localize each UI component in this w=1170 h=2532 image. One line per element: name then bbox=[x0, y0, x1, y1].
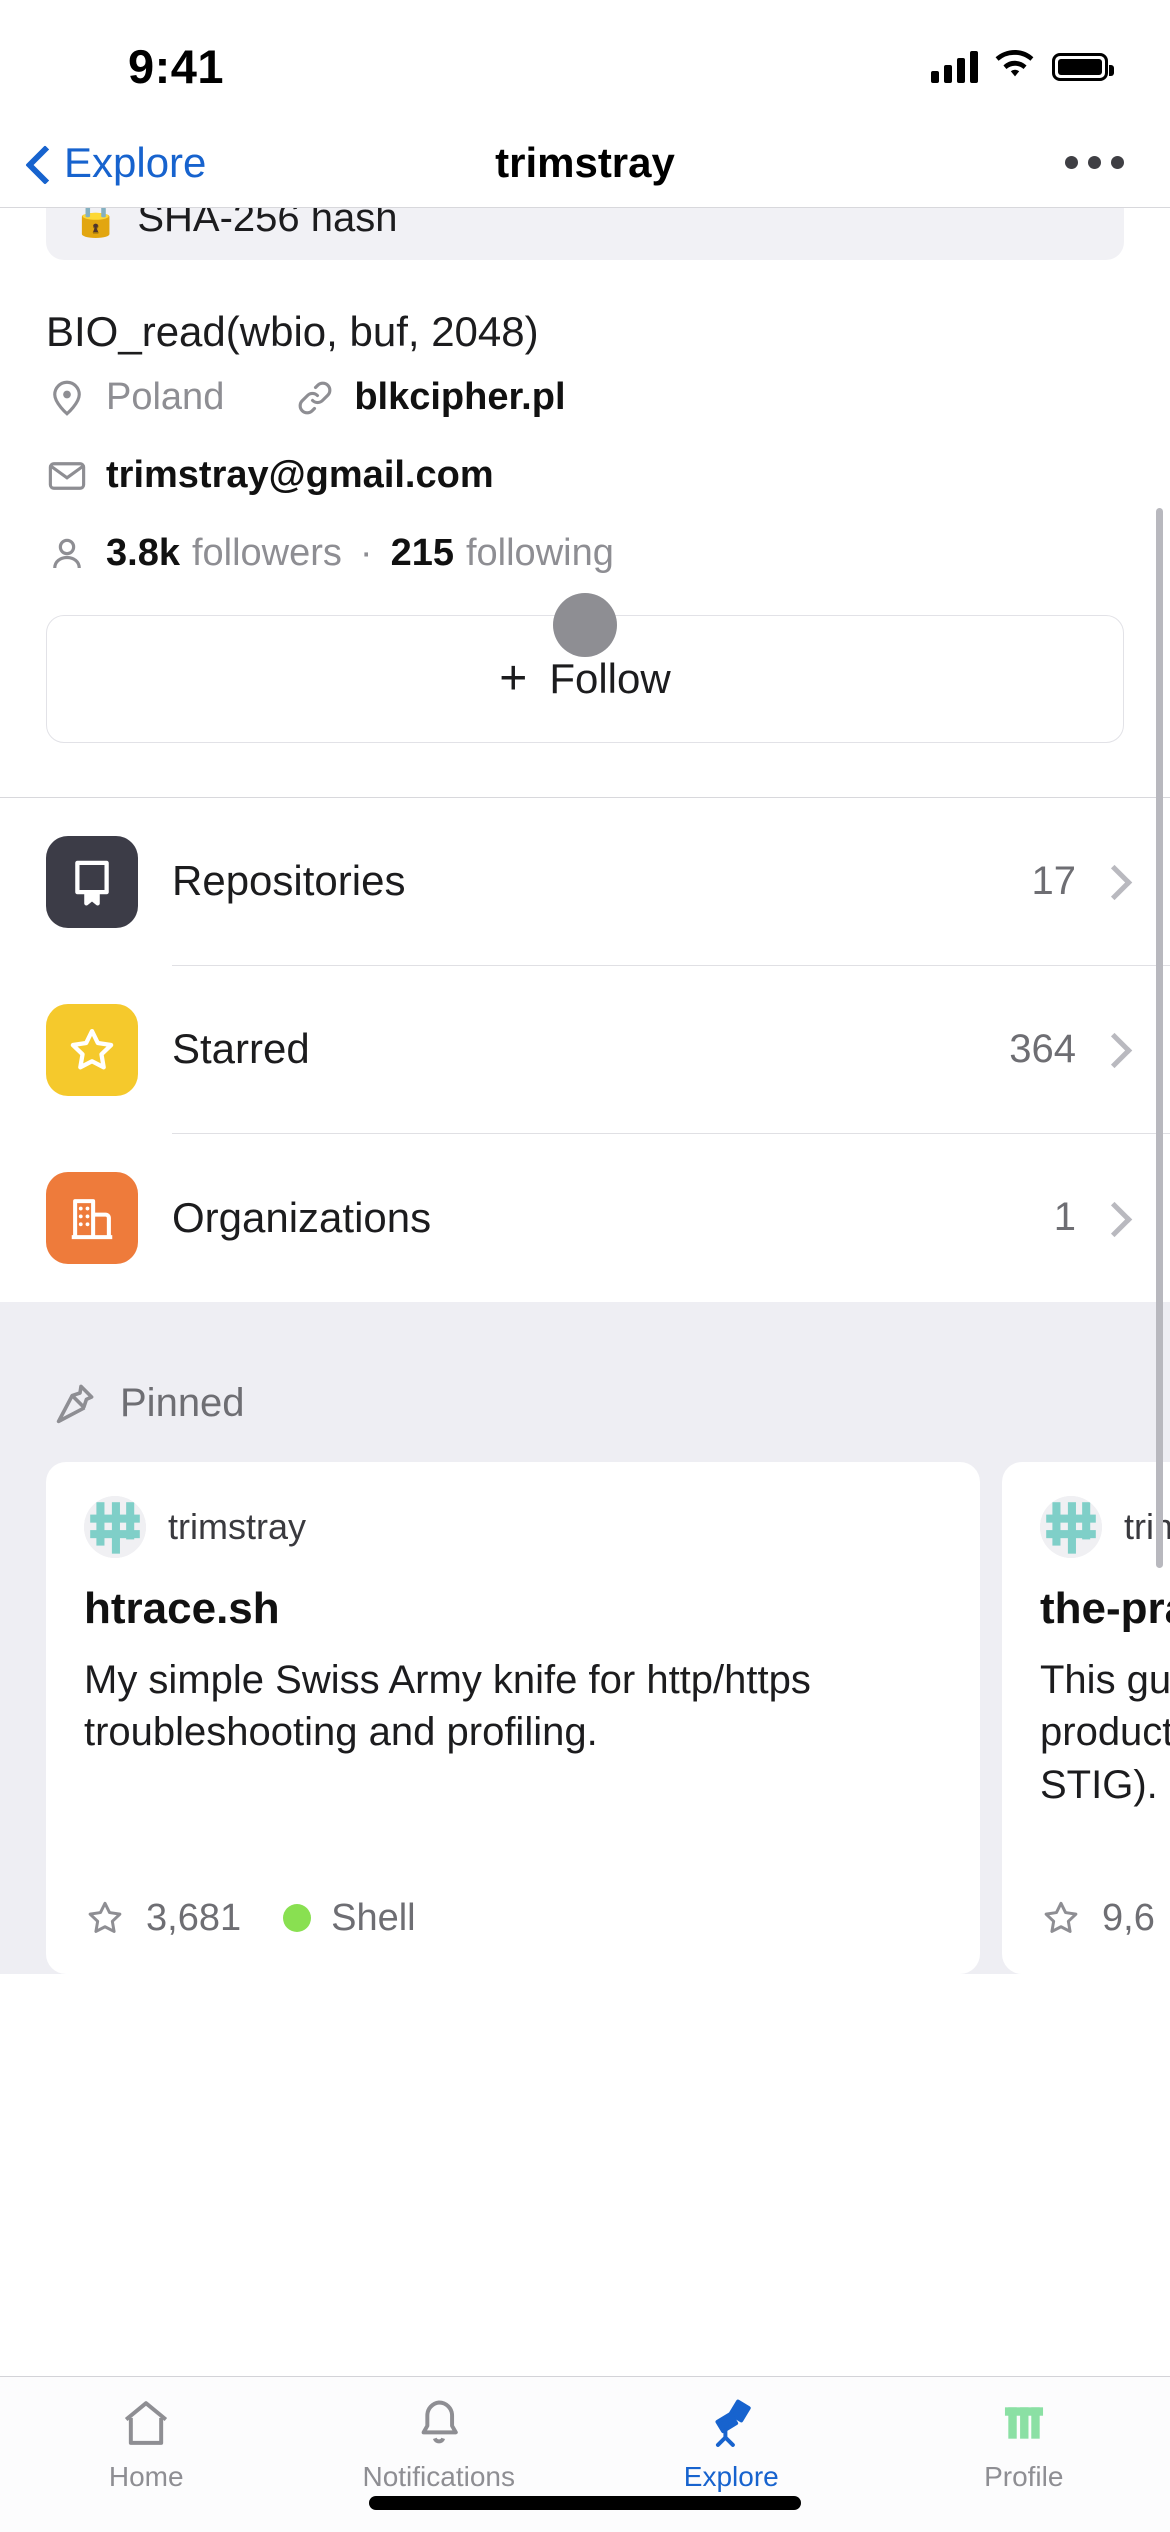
followers-row: 3.8k followers · 215 following bbox=[46, 515, 1124, 593]
pin-icon bbox=[50, 1380, 98, 1428]
tab-label: Home bbox=[108, 2461, 184, 2492]
star-outline-icon bbox=[84, 1897, 126, 1939]
repo-owner-name: trimstray bbox=[168, 1505, 306, 1547]
repo-star-count: 3,681 bbox=[146, 1896, 242, 1939]
chevron-right-icon bbox=[1102, 1200, 1124, 1236]
sidebar-item-label: Repositories bbox=[172, 857, 406, 904]
pinned-title: Pinned bbox=[120, 1381, 245, 1425]
scrollbar[interactable] bbox=[1156, 508, 1163, 1568]
envelope-icon bbox=[46, 455, 88, 497]
email-link[interactable]: trimstray@gmail.com bbox=[106, 454, 494, 497]
following-label[interactable]: following bbox=[466, 532, 614, 575]
row-body: Repositories 17 bbox=[172, 798, 1170, 966]
bell-icon bbox=[408, 2395, 470, 2451]
profile-avatar-icon bbox=[993, 2395, 1055, 2451]
sha-hash-chip: 🔒 SHA-256 hash bbox=[46, 208, 1124, 260]
row-body: Starred 364 bbox=[172, 966, 1170, 1134]
navigation-bar: Explore trimstray bbox=[0, 118, 1170, 208]
sha-hash-label: SHA-256 hash bbox=[137, 208, 398, 240]
starred-count: 364 bbox=[1009, 1026, 1076, 1071]
star-outline-icon bbox=[1040, 1897, 1082, 1939]
sidebar-item-repositories[interactable]: Repositories 17 bbox=[0, 797, 1170, 966]
repo-description: This guide details creating a secure Lin… bbox=[1040, 1657, 1170, 1808]
repo-book-icon bbox=[46, 835, 138, 928]
language-color-dot bbox=[283, 1904, 312, 1932]
lock-icon: 🔒 bbox=[72, 208, 120, 239]
followers-label[interactable]: followers bbox=[192, 532, 342, 575]
following-count[interactable]: 215 bbox=[391, 532, 454, 575]
chevron-right-icon bbox=[1102, 863, 1124, 899]
sidebar-item-label: Organizations bbox=[172, 1193, 432, 1241]
tab-home[interactable]: Home bbox=[0, 2395, 293, 2493]
repo-description: My simple Swiss Army knife for http/http… bbox=[84, 1657, 811, 1755]
chevron-right-icon bbox=[1102, 1031, 1124, 1067]
email-row: trimstray@gmail.com bbox=[46, 437, 1124, 515]
identicon-avatar bbox=[84, 1495, 146, 1558]
tab-label: Profile bbox=[984, 2461, 1064, 2492]
ellipsis-icon bbox=[1088, 156, 1101, 169]
repo-stats: 9,6 bbox=[1040, 1867, 1170, 1940]
location-label: Poland bbox=[106, 376, 225, 418]
link-icon bbox=[294, 377, 336, 419]
repo-language: Shell bbox=[331, 1896, 416, 1939]
ellipsis-icon bbox=[1065, 156, 1078, 169]
follow-button[interactable]: + Follow bbox=[46, 614, 1124, 743]
battery-icon bbox=[1052, 53, 1114, 81]
follow-button-container: + Follow bbox=[46, 592, 1124, 743]
status-bar: 9:41 bbox=[0, 0, 1170, 118]
pinned-header: Pinned bbox=[0, 1338, 1170, 1462]
website-link[interactable]: blkcipher.pl bbox=[354, 376, 565, 419]
repositories-count: 17 bbox=[1031, 858, 1077, 903]
repo-name: the-practical-linux-hardening-guide bbox=[1040, 1583, 1170, 1633]
pinned-repo-card[interactable]: trimstray htrace.sh My simple Swiss Army… bbox=[46, 1461, 980, 1974]
profile-bio: BIO_read(wbio, buf, 2048) bbox=[46, 308, 539, 355]
back-button-label: Explore bbox=[64, 138, 207, 186]
back-button[interactable]: Explore bbox=[26, 139, 206, 187]
telescope-icon bbox=[700, 2395, 762, 2451]
repo-stats: 3,681 Shell bbox=[84, 1867, 942, 1940]
pinned-section: Pinned trimstray htrace.sh My simple Swi… bbox=[0, 1301, 1170, 1974]
sidebar-item-organizations[interactable]: Organizations 1 bbox=[0, 1133, 1170, 1302]
repo-owner: trimstray bbox=[1040, 1495, 1170, 1558]
tab-notifications[interactable]: Notifications bbox=[293, 2395, 586, 2493]
ellipsis-icon bbox=[1111, 156, 1124, 169]
separator-dot: · bbox=[359, 532, 373, 574]
star-icon bbox=[46, 1003, 138, 1096]
follow-button-label: Follow bbox=[549, 654, 671, 702]
tab-explore[interactable]: Explore bbox=[585, 2395, 878, 2493]
status-bar-time: 9:41 bbox=[128, 39, 225, 93]
scroll-content[interactable]: 🔒 SHA-256 hash BIO_read(wbio, buf, 2048)… bbox=[0, 208, 1170, 2466]
followers-count[interactable]: 3.8k bbox=[106, 532, 180, 575]
location-pin-icon bbox=[46, 377, 88, 419]
repo-name: htrace.sh bbox=[84, 1583, 280, 1633]
chevron-left-icon bbox=[26, 143, 50, 183]
location-and-website-row: Poland blkcipher.pl bbox=[46, 359, 1124, 437]
home-indicator bbox=[369, 2496, 801, 2510]
wifi-icon bbox=[994, 49, 1036, 86]
repo-owner: trimstray bbox=[84, 1495, 942, 1558]
tab-label: Explore bbox=[683, 2461, 779, 2492]
organizations-count: 1 bbox=[1053, 1195, 1076, 1239]
sidebar-item-label: Starred bbox=[172, 1025, 310, 1072]
building-icon bbox=[46, 1171, 138, 1264]
person-icon bbox=[46, 533, 88, 575]
tab-label: Notifications bbox=[362, 2461, 515, 2492]
sidebar-item-starred[interactable]: Starred 364 bbox=[0, 965, 1170, 1134]
more-options-button[interactable] bbox=[1065, 156, 1124, 169]
tab-profile[interactable]: Profile bbox=[878, 2395, 1170, 2493]
repo-star-count: 9,6 bbox=[1102, 1896, 1155, 1939]
repo-owner-name: trimstray bbox=[1124, 1505, 1170, 1547]
pinned-cards-scroller[interactable]: trimstray htrace.sh My simple Swiss Army… bbox=[0, 1461, 1170, 1974]
plus-icon: + bbox=[499, 651, 528, 705]
status-bar-indicators bbox=[931, 49, 1114, 86]
row-body: Organizations 1 bbox=[172, 1134, 1170, 1302]
cellular-signal-icon bbox=[931, 51, 978, 83]
identicon-avatar bbox=[1040, 1495, 1102, 1558]
home-icon bbox=[115, 2395, 177, 2451]
pinned-repo-card[interactable]: trimstray the-practical-linux-hardening-… bbox=[1002, 1461, 1170, 1974]
